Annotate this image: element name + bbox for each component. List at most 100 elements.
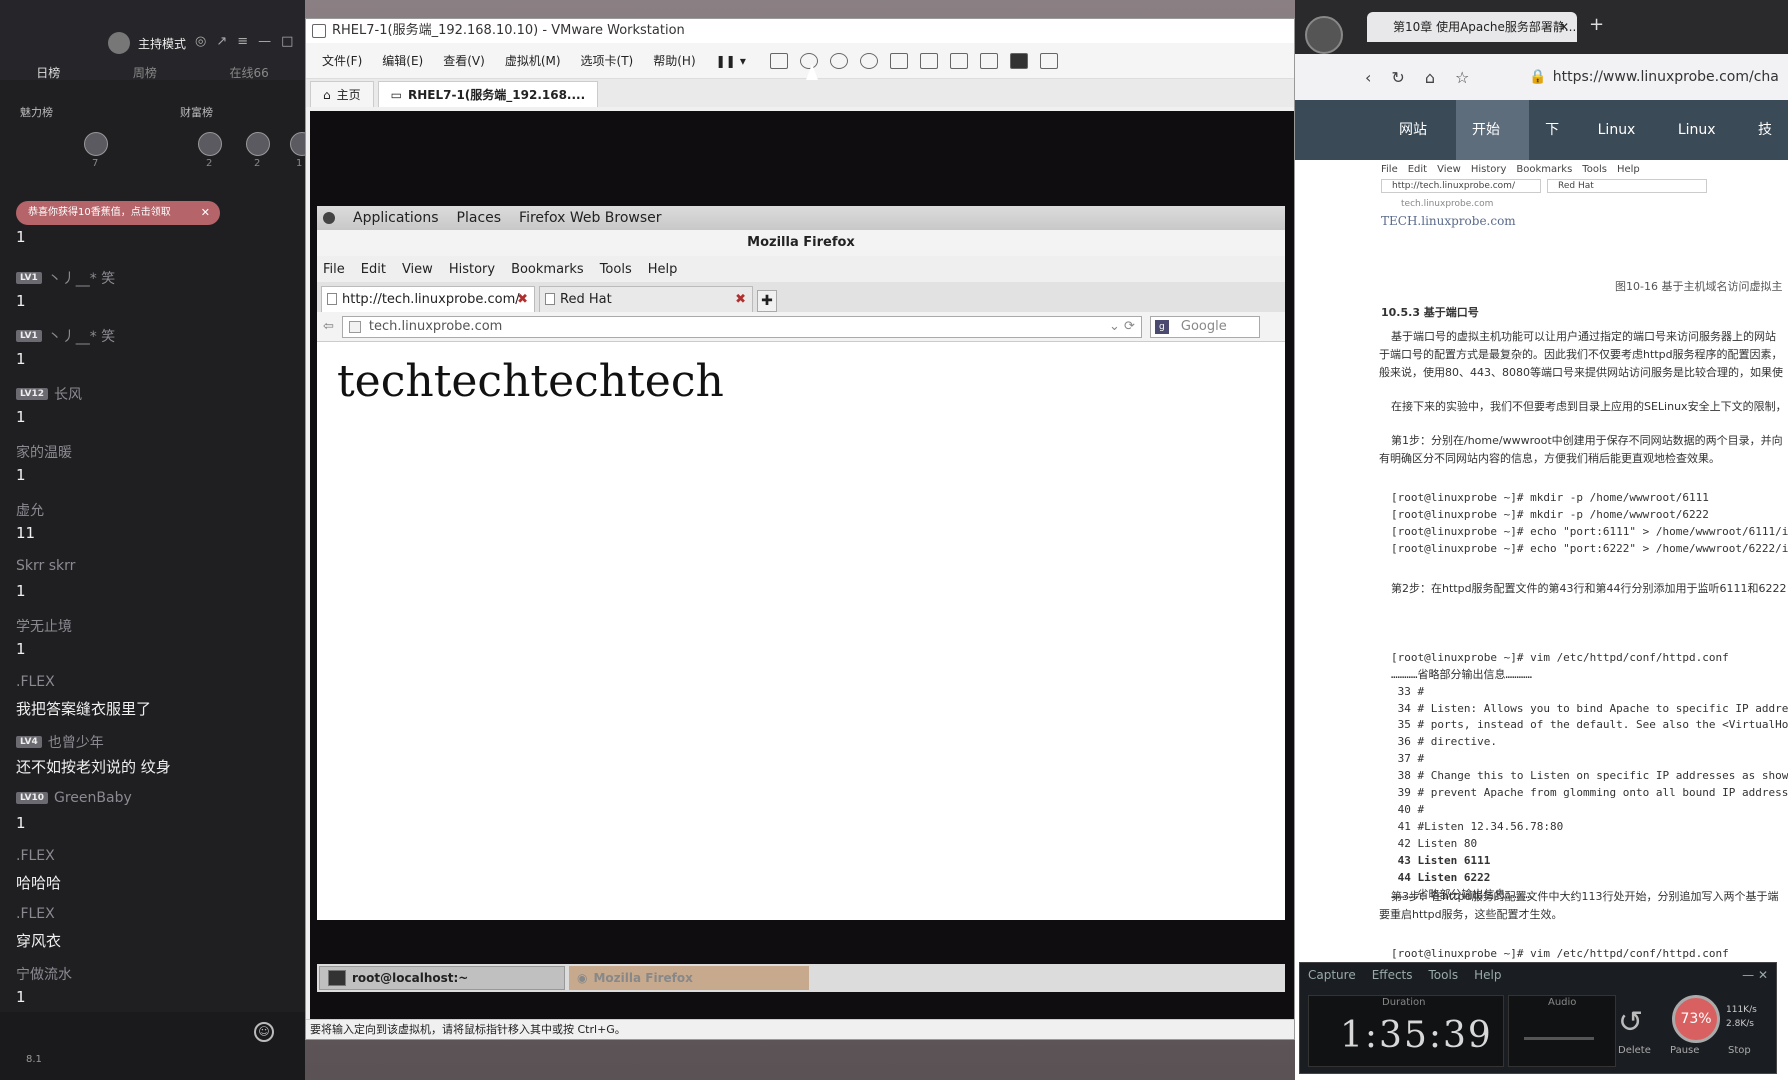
home-icon[interactable]: ⌂	[1425, 68, 1435, 87]
fan-avatar[interactable]	[84, 132, 108, 156]
chat-text: 哈哈哈	[16, 874, 62, 892]
minimize-icon[interactable]: —	[258, 34, 271, 49]
chat-username[interactable]: .FLEX	[16, 848, 55, 864]
ff-menu-edit[interactable]: Edit	[361, 262, 386, 277]
menu-view[interactable]: 查看(V)	[443, 52, 485, 69]
ff-menu-help[interactable]: Help	[648, 262, 678, 277]
delete-icon[interactable]: ↺	[1618, 1005, 1643, 1040]
audio-level-slider[interactable]	[1524, 1037, 1594, 1040]
chat-username[interactable]: 学无止境	[16, 616, 72, 636]
close-icon[interactable]: ✕	[1559, 12, 1569, 42]
recorder-menu-capture[interactable]: Capture	[1308, 968, 1356, 982]
settings-icon[interactable]: ◎	[195, 34, 206, 49]
chat-text: 11	[16, 524, 36, 542]
pause-button[interactable]: Pause	[1670, 1045, 1699, 1056]
close-icon[interactable]: ✕	[201, 201, 210, 225]
close-icon[interactable]: — ✕	[1742, 968, 1768, 982]
ff-menu-file[interactable]: File	[323, 262, 345, 277]
vmware-titlebar[interactable]: RHEL7-1(服务端_192.168.10.10) - VMware Work…	[306, 19, 1294, 43]
chat-username[interactable]: Skrr skrr	[16, 558, 75, 574]
menu-tabs[interactable]: 选项卡(T)	[581, 52, 634, 69]
chat-username[interactable]: 虚允	[16, 500, 44, 520]
url-bar[interactable]: tech.linuxprobe.com ⌄ ⟳	[341, 315, 1142, 338]
fan-avatar[interactable]	[198, 132, 222, 156]
gnome-applications[interactable]: Applications	[353, 210, 439, 226]
nav-more[interactable]: 技	[1742, 100, 1788, 160]
browser-tab[interactable]: 第10章 使用Apache服务部署静... ✕	[1367, 12, 1577, 42]
unity-icon[interactable]	[979, 52, 998, 69]
reload-icon[interactable]: ↻	[1391, 68, 1404, 87]
gnome-firefox-launcher[interactable]: Firefox Web Browser	[519, 210, 662, 226]
fullscreen-icon[interactable]	[949, 52, 968, 69]
wealth-rank-label[interactable]: 财富榜	[180, 104, 213, 120]
revert-snapshot-icon[interactable]	[829, 52, 848, 69]
new-tab-button[interactable]: ✚	[757, 290, 777, 312]
chat-user[interactable]: LV1 丶丿__* 笑	[16, 268, 115, 288]
menu-file[interactable]: 文件(F)	[322, 52, 362, 69]
stop-button[interactable]: Stop	[1728, 1045, 1751, 1056]
chat-username[interactable]: .FLEX	[16, 906, 55, 922]
tab-daily[interactable]: 日榜	[36, 64, 60, 81]
reward-toast[interactable]: 恭喜你获得10香蕉值，点击领取 ✕	[16, 201, 220, 225]
tab-online[interactable]: 在线66	[229, 64, 268, 81]
chat-input-bar[interactable]: ☺ 8.1	[0, 1012, 305, 1080]
pause-icon[interactable]: ❚❚ ▾	[716, 54, 746, 68]
menu-vm[interactable]: 虚拟机(M)	[505, 52, 561, 69]
taskbar-terminal[interactable]: root@localhost:~	[319, 966, 565, 990]
nav-read[interactable]: 开始读书	[1456, 100, 1530, 198]
charm-rank-label[interactable]: 魅力榜	[20, 104, 53, 120]
search-engine-icon[interactable]: g	[1154, 319, 1169, 334]
ff-menu-history[interactable]: History	[449, 262, 495, 277]
ff-menu-bookmarks[interactable]: Bookmarks	[511, 262, 584, 277]
nav-home[interactable]: 网站首页	[1383, 100, 1456, 198]
close-tab-icon[interactable]: ✖	[735, 287, 746, 313]
profile-avatar[interactable]	[1305, 16, 1343, 54]
stretch-icon[interactable]	[1039, 52, 1058, 69]
search-box[interactable]: g Google	[1149, 315, 1260, 338]
chat-user[interactable]: LV4 也曾少年	[16, 732, 104, 752]
maximize-icon[interactable]: □	[281, 34, 293, 49]
menu-icon[interactable]: ≡	[237, 34, 248, 49]
tab-weekly[interactable]: 周榜	[133, 64, 157, 81]
close-tab-icon[interactable]: ✖	[517, 287, 528, 313]
taskbar-firefox[interactable]: ◉ Mozilla Firefox	[569, 966, 809, 990]
chat-user[interactable]: LV12 长风	[16, 384, 82, 404]
nav-download[interactable]: 下载	[1529, 100, 1582, 198]
address-bar[interactable]: 🔒 https://www.linuxprobe.com/cha	[1529, 69, 1779, 85]
ff-tab-tech[interactable]: http://tech.linuxprobe.com/✖	[321, 286, 535, 312]
console-icon[interactable]	[1009, 52, 1028, 69]
recorder-menu-tools[interactable]: Tools	[1429, 968, 1459, 982]
chat-username[interactable]: .FLEX	[16, 674, 55, 690]
chat-username[interactable]: 宁做流水	[16, 964, 72, 984]
url-dropdown-icon[interactable]: ⌄ ⟳	[1109, 317, 1135, 337]
chat-user[interactable]: LV1 丶丿__* 笑	[16, 326, 115, 346]
library-icon[interactable]	[889, 52, 908, 69]
chat-user[interactable]: LV10 GreenBaby	[16, 790, 132, 806]
snapshot-manager-icon[interactable]	[859, 52, 878, 69]
back-icon[interactable]: ‹	[1365, 68, 1371, 87]
external-icon[interactable]: ↗	[216, 34, 227, 49]
ff-menu-view[interactable]: View	[402, 262, 433, 277]
chat-username[interactable]: 家的温暖	[16, 442, 72, 462]
gnome-places[interactable]: Places	[457, 210, 502, 226]
new-tab-icon[interactable]: +	[1589, 14, 1604, 35]
nav-news[interactable]: Linux资讯	[1582, 100, 1662, 198]
star-icon[interactable]: ☆	[1455, 68, 1469, 87]
host-mode[interactable]: 主持模式	[108, 32, 186, 54]
delete-button[interactable]: Delete	[1618, 1045, 1651, 1056]
emoji-icon[interactable]: ☺	[254, 1022, 274, 1042]
recorder-menu-help[interactable]: Help	[1474, 968, 1501, 982]
thumbnail-icon[interactable]	[919, 52, 938, 69]
send-keys-icon[interactable]	[769, 52, 788, 69]
recorder-menu-effects[interactable]: Effects	[1372, 968, 1413, 982]
vmware-app-icon	[312, 24, 326, 38]
menu-edit[interactable]: 编辑(E)	[382, 52, 423, 69]
figure-tab: http://tech.linuxprobe.com/	[1381, 179, 1541, 193]
ff-menu-tools[interactable]: Tools	[600, 262, 632, 277]
menu-help[interactable]: 帮助(H)	[653, 52, 695, 69]
nav-books[interactable]: Linux书籍	[1662, 100, 1742, 198]
back-icon[interactable]: ⇦	[323, 319, 334, 334]
chat-text: 还不如按老刘说的 纹身	[16, 758, 171, 776]
fan-avatar[interactable]	[246, 132, 270, 156]
ff-tab-redhat[interactable]: Red Hat ✖	[539, 286, 753, 312]
